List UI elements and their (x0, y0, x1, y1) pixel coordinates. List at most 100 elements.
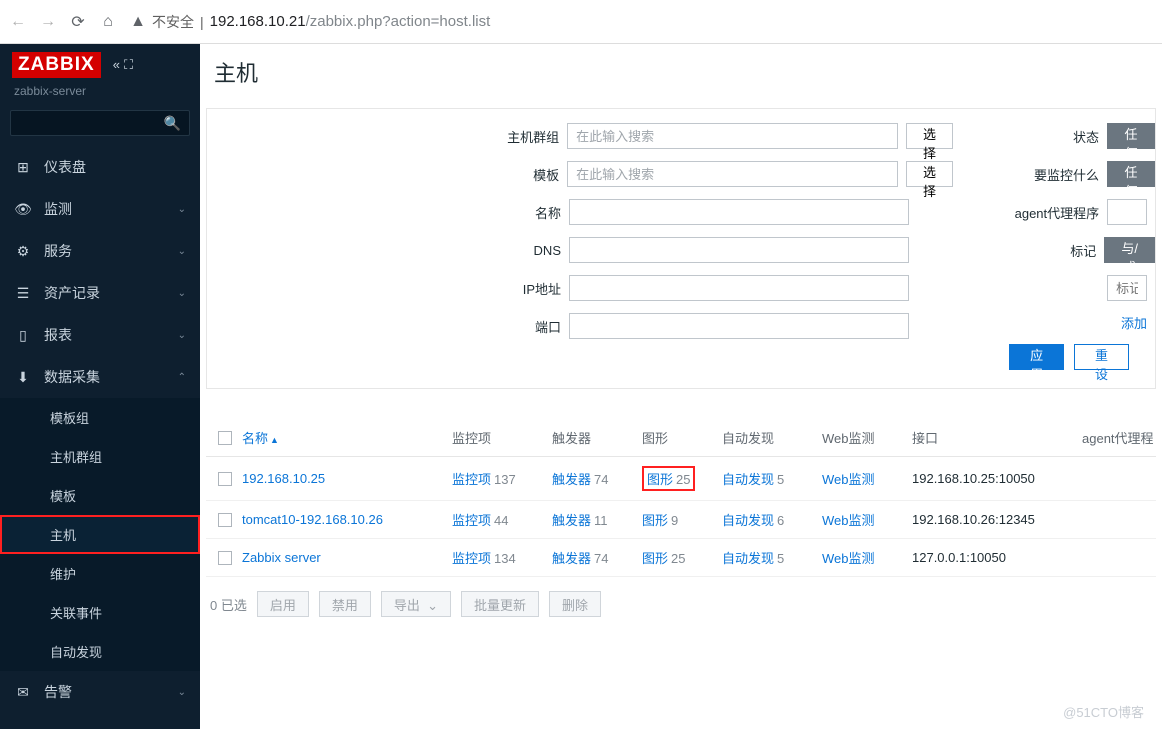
col-triggers: 触发器 (552, 428, 642, 447)
select-host-groups[interactable]: 选择 (906, 123, 953, 149)
nav-reports[interactable]: ▯报表⌄ (0, 314, 200, 356)
col-proxy: agent代理程 (1082, 428, 1162, 447)
insecure-icon: ▲ (130, 14, 146, 30)
chevron-down-icon: ⌄ (178, 204, 186, 215)
download-icon: ⬇ (14, 369, 32, 386)
row-checkbox[interactable] (218, 472, 232, 486)
chevron-down-icon: ⌄ (178, 330, 186, 341)
url-bar[interactable]: ▲ 不安全 | 192.168.10.21/zabbix.php?action=… (130, 12, 1152, 32)
host-link[interactable]: tomcat10-192.168.10.26 (242, 512, 383, 527)
export-button[interactable]: 导出 ⌄ (381, 591, 451, 617)
collapse-icon[interactable]: «⛶ (113, 57, 133, 73)
lbl-templates: 模板 (497, 165, 559, 184)
sub-discovery[interactable]: 自动发现 (0, 632, 200, 671)
row-checkbox[interactable] (218, 513, 232, 527)
items-link[interactable]: 监控项 (452, 551, 491, 566)
filter-name[interactable] (569, 199, 909, 225)
filter-dns[interactable] (569, 237, 909, 263)
services-icon: ⚙ (14, 243, 32, 260)
monitored-any[interactable]: 任何 (1107, 161, 1155, 187)
status-any[interactable]: 任何 (1107, 123, 1155, 149)
bulk-action-bar: 0 已选 启用 禁用 导出 ⌄ 批量更新 删除 (200, 577, 1162, 631)
lbl-name: 名称 (497, 203, 561, 222)
sub-template-group[interactable]: 模板组 (0, 398, 200, 437)
home-icon[interactable]: ⌂ (100, 14, 116, 30)
discovery-link[interactable]: 自动发现 (722, 551, 774, 566)
add-tag-link[interactable]: 添加 (1068, 313, 1155, 332)
col-discovery: 自动发现 (722, 428, 822, 447)
reload-icon[interactable]: ⟳ (70, 14, 86, 30)
col-name[interactable]: 名称▲ (242, 428, 452, 447)
apply-button[interactable]: 应用 (1009, 344, 1064, 370)
tag-input[interactable] (1107, 275, 1147, 301)
nav-alerts[interactable]: ✉告警⌄ (0, 671, 200, 713)
filter-templates[interactable] (567, 161, 898, 187)
list-icon: ☰ (14, 285, 32, 302)
filter-agent-proxy[interactable] (1107, 199, 1147, 225)
back-icon[interactable]: ← (10, 14, 26, 30)
sub-templates[interactable]: 模板 (0, 476, 200, 515)
items-link[interactable]: 监控项 (452, 513, 491, 528)
col-interface: 接口 (912, 428, 1082, 447)
sub-correlation[interactable]: 关联事件 (0, 593, 200, 632)
mass-update-button[interactable]: 批量更新 (461, 591, 539, 617)
server-name: zabbix-server (0, 82, 200, 106)
disable-button[interactable]: 禁用 (319, 591, 371, 617)
row-checkbox[interactable] (218, 551, 232, 565)
graphs-cell[interactable]: 图形25 (642, 466, 722, 491)
reset-button[interactable]: 重设 (1074, 344, 1129, 370)
table-header: 名称▲ 监控项 触发器 图形 自动发现 Web监测 接口 agent代理程 (206, 419, 1156, 457)
items-link[interactable]: 监控项 (452, 472, 491, 487)
browser-toolbar: ← → ⟳ ⌂ ▲ 不安全 | 192.168.10.21/zabbix.php… (0, 0, 1162, 44)
delete-button[interactable]: 删除 (549, 591, 601, 617)
triggers-link[interactable]: 触发器 (552, 551, 591, 566)
forward-icon[interactable]: → (40, 14, 56, 30)
web-link[interactable]: Web监测 (822, 472, 875, 487)
lbl-port: 端口 (497, 317, 561, 336)
discovery-link[interactable]: 自动发现 (722, 472, 774, 487)
web-link[interactable]: Web监测 (822, 551, 875, 566)
graphs-cell[interactable]: 图形25 (642, 548, 722, 567)
filter-ip[interactable] (569, 275, 909, 301)
logo[interactable]: ZABBIX (12, 52, 101, 78)
collect-submenu: 模板组 主机群组 模板 主机 维护 关联事件 自动发现 (0, 398, 200, 671)
nav-collect[interactable]: ⬇数据采集⌃ (0, 356, 200, 398)
sort-asc-icon: ▲ (270, 435, 279, 445)
table-row: 192.168.10.25 监控项137 触发器74 图形25 自动发现5 We… (206, 457, 1156, 501)
select-templates[interactable]: 选择 (906, 161, 953, 187)
triggers-link[interactable]: 触发器 (552, 472, 591, 487)
discovery-link[interactable]: 自动发现 (722, 513, 774, 528)
web-link[interactable]: Web监测 (822, 513, 875, 528)
host-link[interactable]: Zabbix server (242, 550, 321, 565)
sub-hosts[interactable]: 主机 (0, 515, 200, 554)
lbl-tags: 标记 (1009, 241, 1096, 260)
sub-host-group[interactable]: 主机群组 (0, 437, 200, 476)
watermark: @51CTO博客 (1063, 702, 1144, 721)
filter-port[interactable] (569, 313, 909, 339)
lbl-ip: IP地址 (497, 279, 561, 298)
host-link[interactable]: 192.168.10.25 (242, 471, 325, 486)
triggers-link[interactable]: 触发器 (552, 513, 591, 528)
hosts-table: 名称▲ 监控项 触发器 图形 自动发现 Web监测 接口 agent代理程 19… (206, 419, 1156, 577)
sub-maintenance[interactable]: 维护 (0, 554, 200, 593)
filter-host-groups[interactable] (567, 123, 898, 149)
dashboard-icon: ⊞ (14, 159, 32, 176)
enable-button[interactable]: 启用 (257, 591, 309, 617)
search-input[interactable]: 🔍 (10, 110, 190, 136)
nav-monitoring[interactable]: 👁监测⌄ (0, 188, 200, 230)
table-row: tomcat10-192.168.10.26 监控项44 触发器11 图形9 自… (206, 501, 1156, 539)
interface-text: 127.0.0.1:10050 (912, 550, 1082, 565)
graphs-cell[interactable]: 图形9 (642, 510, 722, 529)
url-text: 192.168.10.21/zabbix.php?action=host.lis… (210, 13, 491, 30)
nav-dashboard[interactable]: ⊞仪表盘 (0, 146, 200, 188)
lbl-agent-proxy: agent代理程序 (1009, 203, 1099, 222)
nav-services[interactable]: ⚙服务⌄ (0, 230, 200, 272)
interface-text: 192.168.10.25:10050 (912, 471, 1082, 486)
chevron-down-icon: ⌄ (178, 687, 186, 698)
chevron-up-icon: ⌃ (178, 372, 186, 383)
tags-andor[interactable]: 与/或 (1104, 237, 1155, 263)
select-all-checkbox[interactable] (218, 431, 232, 445)
lbl-host-groups: 主机群组 (497, 127, 559, 146)
lbl-status: 状态 (1009, 127, 1099, 146)
nav-inventory[interactable]: ☰资产记录⌄ (0, 272, 200, 314)
